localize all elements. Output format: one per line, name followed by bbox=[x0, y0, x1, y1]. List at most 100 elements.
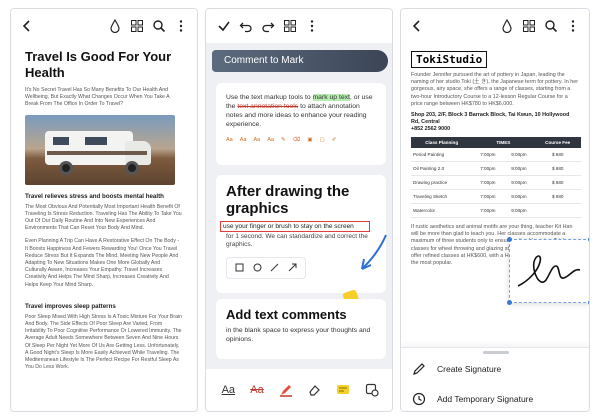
table-cell: 7:00pm bbox=[472, 203, 504, 219]
comment-note-icon[interactable] bbox=[332, 379, 354, 401]
table-cell: 9:00pm bbox=[503, 161, 535, 177]
comment-banner: Comment to Mark bbox=[212, 50, 388, 72]
grid-view-icon[interactable] bbox=[521, 18, 537, 34]
mini-tool[interactable]: Aa bbox=[240, 137, 247, 143]
square-shape-icon[interactable] bbox=[235, 259, 244, 277]
text-comment-title: Add text comments bbox=[226, 307, 347, 322]
pen-tool-icon[interactable] bbox=[275, 379, 297, 401]
clock-icon bbox=[411, 391, 427, 407]
screenshot-stage: Travel Is Good For Your Health It's No S… bbox=[0, 0, 600, 420]
reader-screen-article: Travel Is Good For Your Health It's No S… bbox=[10, 8, 198, 412]
strikethrough-tool[interactable]: Aa bbox=[246, 379, 268, 401]
table-cell: $ 680 bbox=[534, 161, 581, 177]
boxed-text: use your finger or brush to stay on the … bbox=[220, 221, 370, 232]
section-heading-sleep: Travel improves sleep patterns bbox=[25, 302, 116, 310]
section-paragraph: Poor Sleep Mixed With High Stress Is A T… bbox=[25, 313, 183, 371]
table-cell: Drawing practice bbox=[411, 175, 473, 191]
article-title: Travel Is Good For Your Health bbox=[25, 49, 172, 80]
temporary-signature-option[interactable]: Add Temporary Signature bbox=[401, 384, 589, 411]
more-options-icon[interactable] bbox=[304, 18, 320, 34]
resize-handle[interactable] bbox=[588, 237, 589, 242]
camper-van-photo bbox=[25, 114, 175, 185]
mini-tool[interactable]: ▢ bbox=[320, 137, 325, 143]
ink-drop-icon[interactable] bbox=[107, 18, 123, 34]
mini-tool[interactable]: ▣ bbox=[307, 137, 312, 143]
arrow-shape-icon[interactable] bbox=[288, 259, 297, 277]
create-signature-option[interactable]: Create Signature bbox=[401, 354, 589, 384]
line-shape-icon[interactable] bbox=[270, 259, 279, 277]
mini-tool[interactable]: Aa bbox=[253, 137, 260, 143]
more-options-icon[interactable] bbox=[173, 18, 189, 34]
studio-phone: +852 2562 9000 bbox=[411, 126, 451, 133]
shape-tools bbox=[226, 257, 306, 279]
grid-view-icon[interactable] bbox=[282, 18, 298, 34]
annotation-tool-bar: Aa Aa bbox=[206, 369, 392, 411]
undo-icon[interactable] bbox=[238, 18, 254, 34]
back-arrow-icon[interactable] bbox=[409, 18, 425, 34]
table-cell: Period Painting bbox=[411, 148, 473, 162]
table-header: Course Fee bbox=[534, 137, 581, 149]
stamp-shape-icon[interactable] bbox=[361, 379, 383, 401]
confirm-check-icon[interactable] bbox=[216, 18, 232, 34]
strikethrough-text: text annotation tools bbox=[237, 103, 299, 110]
eraser-icon[interactable] bbox=[303, 379, 325, 401]
table-cell: 9:00pm bbox=[503, 175, 535, 191]
circle-shape-icon[interactable] bbox=[253, 259, 262, 277]
redo-icon[interactable] bbox=[260, 18, 276, 34]
table-cell: Traveling Sketch bbox=[411, 189, 473, 205]
class-table: Class Planning TIMES Course Fee Period P… bbox=[411, 137, 581, 219]
mini-tool[interactable]: Aa bbox=[267, 137, 274, 143]
annotation-screen: Comment to Mark Use the text markup tool… bbox=[205, 8, 393, 412]
drawn-arrow-icon bbox=[361, 234, 387, 270]
table-cell bbox=[534, 203, 581, 219]
table-cell: 9:00pm bbox=[503, 203, 535, 219]
table-cell: 9:00pm bbox=[503, 189, 535, 205]
back-arrow-icon[interactable] bbox=[19, 18, 35, 34]
table-cell: 7:00pm bbox=[472, 189, 504, 205]
underline-tool[interactable]: Aa bbox=[217, 379, 239, 401]
table-cell: $ 680 bbox=[534, 189, 581, 205]
pen-icon bbox=[411, 361, 427, 377]
drawing-tip-text: for 1 second. We can standardize and cor… bbox=[226, 233, 368, 248]
mini-tool[interactable]: ⌫ bbox=[293, 137, 301, 143]
search-icon[interactable] bbox=[543, 18, 559, 34]
table-cell: 7:00pm bbox=[472, 148, 504, 162]
mini-tool[interactable]: Aa bbox=[226, 137, 233, 143]
section-paragraph: Even Planning A Trip Can Have A Restorat… bbox=[25, 238, 180, 288]
markup-tip-card: Use the text markup tools to mark up tex… bbox=[216, 83, 386, 165]
table-cell: Watercolor bbox=[411, 203, 473, 219]
mini-tool[interactable]: ✐ bbox=[332, 137, 337, 143]
grid-view-icon[interactable] bbox=[129, 18, 145, 34]
resize-handle[interactable] bbox=[588, 300, 589, 305]
table-row: Drawing practice 7:00pm 9:00pm $ 680 bbox=[411, 175, 581, 191]
search-icon[interactable] bbox=[151, 18, 167, 34]
article-body: Travel Is Good For Your Health It's No S… bbox=[11, 43, 197, 371]
table-cell: 7:00pm bbox=[472, 175, 504, 191]
more-options-icon[interactable] bbox=[565, 18, 581, 34]
table-row: Traveling Sketch 7:00pm 9:00pm $ 680 bbox=[411, 189, 581, 205]
table-row: Period Painting 7:00pm 9:00pm $ 680 bbox=[411, 148, 581, 162]
signature-scribble bbox=[517, 255, 581, 287]
create-signature-label: Create Signature bbox=[437, 364, 502, 374]
resize-handle[interactable] bbox=[507, 237, 512, 242]
table-cell: $ 680 bbox=[534, 175, 581, 191]
signature-placement-box[interactable] bbox=[507, 237, 589, 305]
table-cell: 7:00pm bbox=[472, 161, 504, 177]
top-toolbar bbox=[401, 9, 589, 43]
mini-tool[interactable]: ✎ bbox=[281, 137, 286, 143]
table-cell: $ 680 bbox=[534, 148, 581, 162]
studio-about: Founder Jennifer pursued the art of pott… bbox=[411, 72, 578, 107]
table-header: TIMES bbox=[472, 137, 535, 149]
drawing-tip-title: After drawing the graphics bbox=[226, 183, 350, 217]
text-comment-card: Add text comments in the blank space to … bbox=[216, 299, 386, 359]
table-header: Class Planning bbox=[411, 137, 473, 149]
signature-menu-sheet: Create Signature Add Temporary Signature bbox=[401, 347, 589, 411]
text-comment-body: in the blank space to express your thoug… bbox=[226, 327, 371, 343]
table-row: Watercolor 7:00pm 9:00pm bbox=[411, 203, 581, 219]
resize-handle[interactable] bbox=[507, 300, 512, 305]
ink-drop-icon[interactable] bbox=[499, 18, 515, 34]
table-cell: 9:00pm bbox=[503, 148, 535, 162]
section-heading-stress: Travel relieves stress and boosts mental… bbox=[25, 192, 164, 200]
mini-markup-toolbar: Aa Aa Aa Aa ✎ ⌫ ▣ ▢ ✐ bbox=[226, 137, 376, 143]
signature-screen: TokiStudio Founder Jennifer pursued the … bbox=[400, 8, 590, 412]
